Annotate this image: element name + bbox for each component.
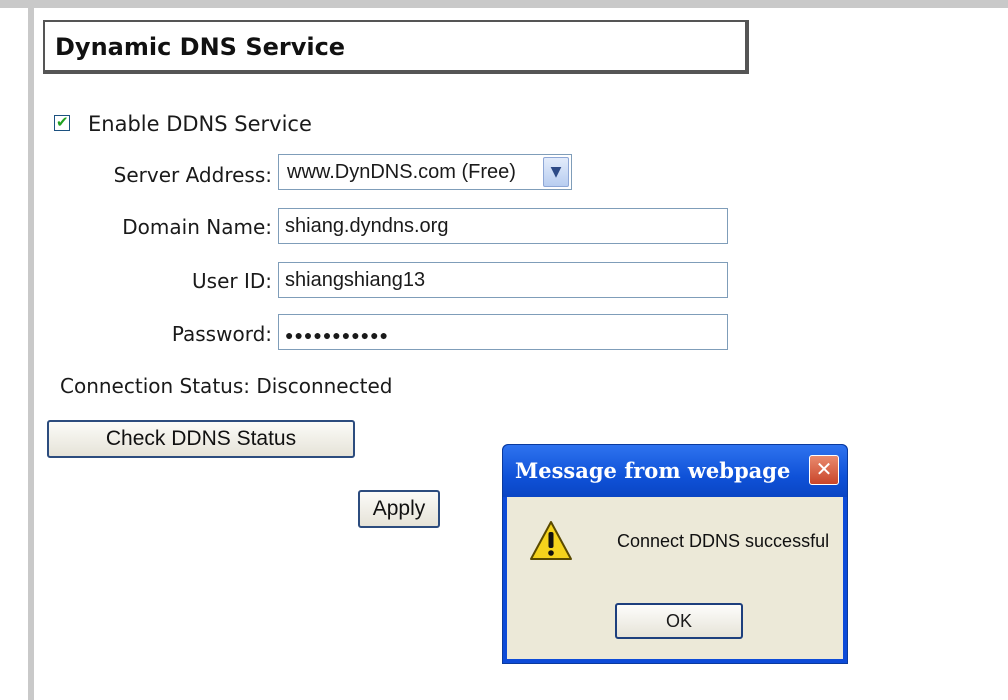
user-id-input[interactable]: shiangshiang13 [278,262,728,298]
dialog-titlebar[interactable]: Message from webpage ✕ [503,445,847,497]
close-icon[interactable]: ✕ [809,455,839,485]
server-address-select[interactable]: www.DynDNS.com (Free) ▼ [278,154,572,190]
section-header: Dynamic DNS Service [43,20,749,74]
check-icon: ✔ [56,113,69,131]
user-id-row: User ID: [0,269,272,305]
server-address-value: www.DynDNS.com (Free) [287,161,516,183]
domain-name-label: Domain Name: [122,215,272,239]
domain-name-value: shiang.dyndns.org [285,215,449,237]
server-address-row: Server Address: [0,163,272,199]
dialog-message: Connect DDNS successful [617,531,830,551]
enable-ddns-label: Enable DDNS Service [88,112,312,136]
ok-button[interactable]: OK [615,603,743,639]
message-dialog: Message from webpage ✕ Connect DDNS succ… [502,444,848,664]
section-title: Dynamic DNS Service [55,33,346,61]
server-address-label: Server Address: [113,163,272,187]
top-divider [0,0,1008,8]
apply-button[interactable]: Apply [358,490,440,528]
enable-ddns-checkbox[interactable]: ✔ [54,113,70,131]
password-input[interactable]: ●●●●●●●●●●● [278,314,728,350]
check-ddns-status-button[interactable]: Check DDNS Status [47,420,355,458]
password-label: Password: [171,322,272,346]
password-masked-value: ●●●●●●●●●●● [285,327,390,343]
dialog-body: Connect DDNS successful OK [507,497,843,659]
chevron-down-icon[interactable]: ▼ [543,157,569,187]
user-id-value: shiangshiang13 [285,269,426,291]
password-row: Password: [0,322,272,358]
connection-status: Connection Status: Disconnected [60,374,393,398]
dialog-title: Message from webpage [515,458,791,483]
user-id-label: User ID: [192,269,272,293]
domain-name-row: Domain Name: [0,215,272,251]
domain-name-input[interactable]: shiang.dyndns.org [278,208,728,244]
warning-icon [530,521,572,560]
